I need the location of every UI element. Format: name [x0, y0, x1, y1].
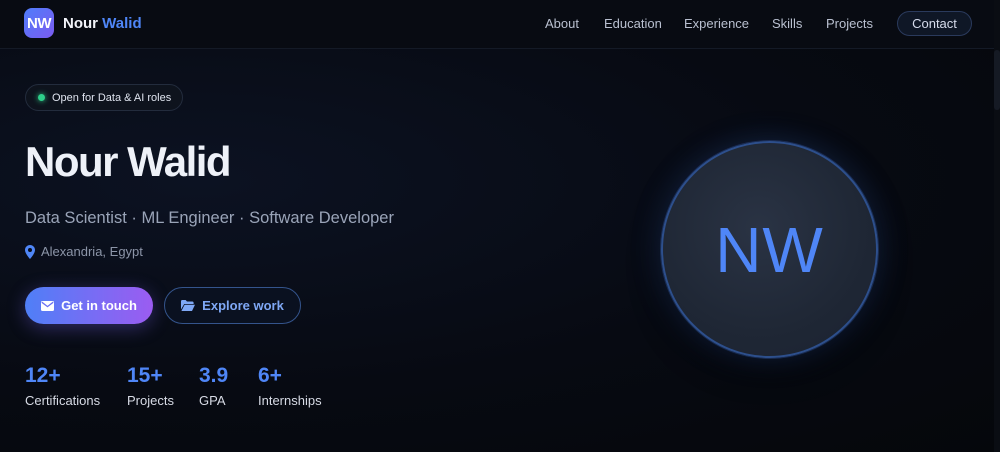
- stat-value: 12+: [25, 364, 61, 387]
- hero-name: Nour Walid: [25, 138, 232, 185]
- location-text: Alexandria, Egypt: [41, 244, 143, 259]
- nav-link-projects[interactable]: Projects: [826, 16, 873, 31]
- nav-links: About Education Experience Skills Projec…: [0, 0, 1000, 48]
- hero-role: Data Scientist · ML Engineer · Software …: [25, 209, 394, 227]
- stat-label: Projects: [127, 393, 174, 408]
- status-dot-icon: [38, 94, 45, 101]
- avatar: NW: [661, 141, 878, 358]
- top-navbar: NW Nour Walid About Education Experience…: [0, 0, 1000, 49]
- scrollbar-thumb[interactable]: [994, 50, 1000, 110]
- stat-value: 6+: [258, 364, 282, 387]
- stat-projects: 15+ Projects: [127, 364, 174, 408]
- contact-button[interactable]: Contact: [897, 11, 972, 36]
- stat-value: 15+: [127, 364, 163, 387]
- avatar-initials: NW: [715, 213, 824, 286]
- explore-work-button[interactable]: Explore work: [164, 287, 301, 324]
- stat-label: GPA: [199, 393, 226, 408]
- stat-value: 3.9: [199, 364, 229, 387]
- get-in-touch-button[interactable]: Get in touch: [25, 287, 153, 324]
- get-in-touch-label: Get in touch: [61, 298, 137, 313]
- stat-label: Internships: [258, 393, 322, 408]
- stat-internships: 6+ Internships: [258, 364, 322, 408]
- folder-open-icon: [181, 300, 196, 311]
- page: NW Nour Walid About Education Experience…: [0, 0, 1000, 452]
- scrollbar[interactable]: [994, 0, 1000, 452]
- nav-link-experience[interactable]: Experience: [684, 16, 749, 31]
- status-text: Open for Data & AI roles: [52, 91, 172, 104]
- stat-label: Certifications: [25, 393, 101, 408]
- stat-gpa: 3.9 GPA: [199, 364, 228, 408]
- explore-work-label: Explore work: [202, 298, 284, 313]
- nav-link-skills[interactable]: Skills: [772, 16, 802, 31]
- location: Alexandria, Egypt: [25, 244, 143, 259]
- nav-link-education[interactable]: Education: [604, 16, 662, 31]
- map-pin-icon: [25, 244, 35, 259]
- stat-certifications: 12+ Certifications: [25, 364, 100, 408]
- nav-link-about[interactable]: About: [545, 16, 579, 31]
- envelope-icon: [41, 300, 55, 311]
- status-badge: Open for Data & AI roles: [25, 84, 183, 111]
